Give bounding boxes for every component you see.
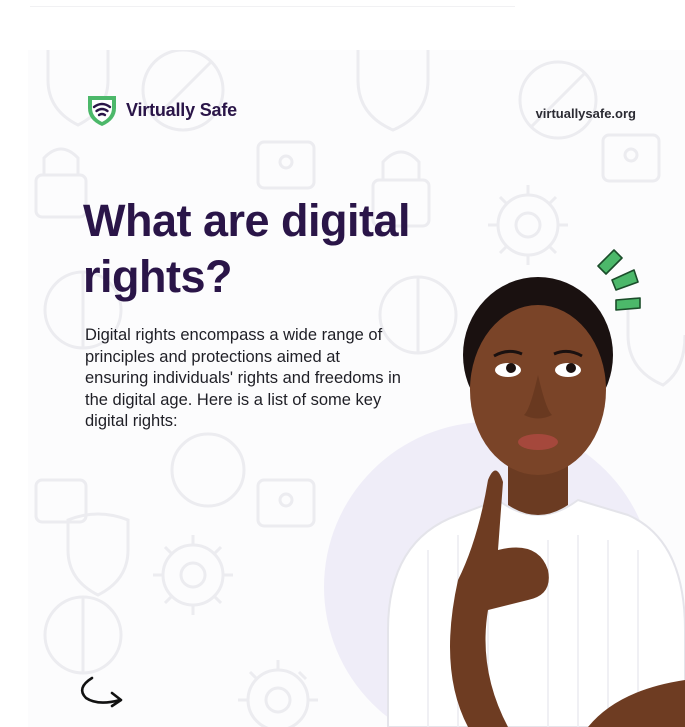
website-url: virtuallysafe.org <box>535 106 636 121</box>
wifi-shield-icon <box>88 96 116 126</box>
brand-name: Virtually Safe <box>126 99 237 120</box>
thinking-person-photo <box>387 277 685 727</box>
brand-logo: Virtually Safe <box>84 92 237 128</box>
post-card: Virtually Safe virtuallysafe.org What ar… <box>28 50 685 727</box>
curved-arrow-right-icon <box>80 676 123 708</box>
top-divider <box>30 6 515 7</box>
